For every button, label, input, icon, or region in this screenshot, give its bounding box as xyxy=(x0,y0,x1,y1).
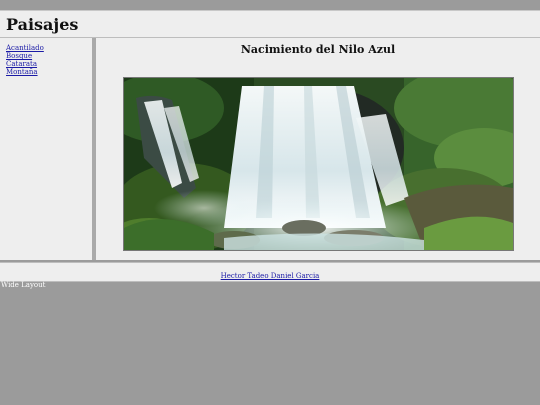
nav-link-acantilado[interactable]: Acantilado xyxy=(6,44,44,52)
nav-list: Acantilado Bosque Catarata Montaña xyxy=(0,38,92,76)
waterfall-image xyxy=(123,77,514,251)
page-title: Paisajes xyxy=(6,15,79,34)
nav-link-montana[interactable]: Montaña xyxy=(6,68,38,76)
layout-mode-label: Wide Layout xyxy=(1,281,46,289)
sidebar-nav: Acantilado Bosque Catarata Montaña xyxy=(0,38,96,260)
author-link[interactable]: Hector Tadeo Daniel Garcia xyxy=(221,272,320,280)
main-content: Nacimiento del Nilo Azul xyxy=(96,38,540,260)
nav-item-catarata: Catarata xyxy=(6,60,92,68)
top-strip xyxy=(0,0,540,10)
page-header: Paisajes xyxy=(0,10,540,38)
page-footer: Hector Tadeo Daniel Garcia xyxy=(0,262,540,282)
nav-item-bosque: Bosque xyxy=(6,52,92,60)
nav-link-catarata[interactable]: Catarata xyxy=(6,60,37,68)
content-title: Nacimiento del Nilo Azul xyxy=(240,43,396,56)
nav-item-acantilado: Acantilado xyxy=(6,44,92,52)
nav-item-montana: Montaña xyxy=(6,68,92,76)
nav-link-bosque[interactable]: Bosque xyxy=(6,52,32,60)
